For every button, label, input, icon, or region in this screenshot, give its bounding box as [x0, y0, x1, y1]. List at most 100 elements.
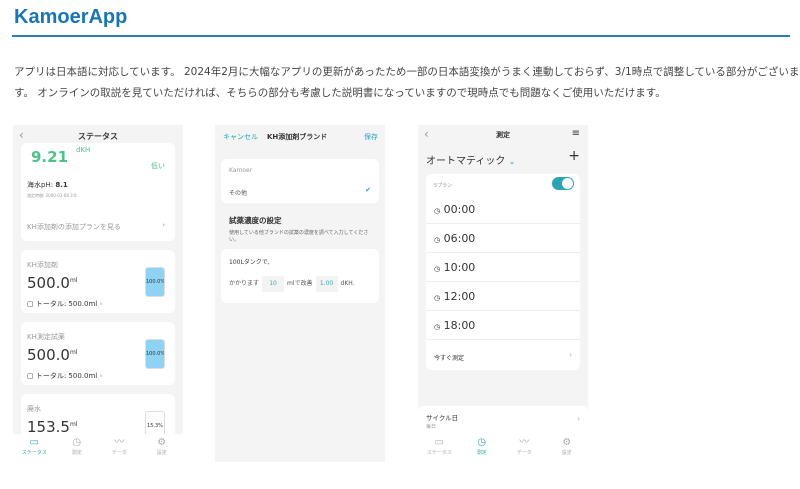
brand-screenshot: キャンセル KH添加剤ブランド 保存 Kamoer その他 ✔ 試薬濃度の設定 … [215, 125, 385, 462]
kh-unit: dKH [76, 146, 91, 154]
chart-icon: 〰 [114, 437, 125, 448]
suffix-text: dKH. [340, 280, 355, 287]
screen-title: ステータス [78, 132, 118, 141]
ph-reading: 海水pH: 8.1 [27, 180, 68, 190]
clock-icon: ◷ [434, 265, 441, 273]
intro-line-2: す。 オンラインの取説を見ていただければ、そちらの部分も考慮した説明書になってい… [14, 87, 666, 99]
schedule-time-row[interactable]: ◷ 18:00 [426, 311, 580, 340]
menu-icon[interactable]: ≡ [572, 128, 580, 139]
level-gauge: 100.0% [145, 339, 165, 369]
kh-card: 9.21 dKH 低い 海水pH: 8.1 測定時間: 2000-03-08 3… [21, 143, 175, 241]
container-value: 500.0 [27, 274, 70, 292]
clock-icon: ◷ [434, 207, 441, 215]
status-icon: ▭ [434, 437, 444, 448]
plan-link[interactable]: KH添加剤の添加プランを見る [27, 222, 121, 232]
clock-icon: ◷ [434, 294, 441, 302]
container-name: KH添加剤 [27, 261, 58, 269]
nav-settings[interactable]: ⚙ 設定 [141, 434, 184, 462]
container-card[interactable]: KH測定試薬 500.0ml ▢ トータル: 500.0ml › 100.0% [21, 322, 175, 385]
cycle-label: サイクル日 [426, 414, 459, 422]
bottom-nav: ▭ ステータス ◷ 測定 〰データ ⚙ 設定 [13, 434, 183, 462]
ph-label: 海水pH: [27, 181, 54, 189]
nav-label: 測定 [476, 450, 487, 456]
schedule-time: 18:00 [443, 319, 476, 332]
schedule-time-row[interactable]: ◷ 00:00 [426, 195, 580, 224]
gear-icon: ⚙ [157, 437, 167, 448]
chevron-right-icon: › [577, 415, 580, 423]
container-name: 廃水 [27, 405, 41, 413]
screen-title: 測定 [496, 131, 510, 139]
brand-options: Kamoer その他 ✔ [221, 159, 379, 203]
cancel-button[interactable]: キャンセル [223, 132, 258, 142]
save-button[interactable]: 保存 [364, 132, 378, 142]
container-total: トータル: 500.0ml [35, 300, 98, 308]
gear-icon: ⚙ [562, 437, 572, 448]
container-card[interactable]: KH添加剤 500.0ml ▢ トータル: 500.0ml › 100.0% [21, 250, 175, 313]
title-divider [12, 35, 790, 37]
prefix-text: かかります [229, 280, 260, 287]
gauge-label: 100.0% [146, 279, 165, 285]
mid-text: mlで改善 [287, 280, 313, 287]
container-total: トータル: 500.0ml [35, 372, 98, 380]
ml-input[interactable]: 10 [262, 276, 285, 292]
kh-state: 低い [151, 162, 165, 170]
nav-status[interactable]: ▭ ステータス [13, 434, 56, 462]
plan-toggle[interactable] [552, 177, 574, 190]
section-desc: 使用している他ブランドの試薬の濃度を調べて入力してください。 [229, 230, 369, 243]
brand-option[interactable]: Kamoer [229, 167, 252, 174]
page-title: KamoerApp [14, 6, 128, 28]
dkh-input[interactable]: 1.00 [315, 276, 338, 292]
clock-icon: ◷ [477, 437, 487, 448]
chevron-down-icon: ⌄ [508, 157, 516, 166]
gauge-label: 15.3% [147, 423, 163, 429]
cycle-value: 毎日 [426, 424, 437, 430]
schedule-time: 12:00 [443, 290, 476, 303]
mode-select[interactable]: オートマティック ⌄ [426, 152, 515, 167]
nav-settings[interactable]: ⚙ 設定 [546, 434, 589, 462]
plan-label: 5プラン [434, 183, 453, 189]
concentration-form: 100Lタンクで, かかります 10 mlで改善 1.00 dKH. [221, 249, 379, 303]
brand-option[interactable]: その他 [229, 188, 247, 197]
measure-now-button[interactable]: 今すぐ測定 [434, 353, 464, 362]
nav-status[interactable]: ▭ ステータス [418, 434, 461, 462]
ph-value: 8.1 [55, 181, 68, 189]
schedule-time: 00:00 [443, 203, 476, 216]
screen-title: KH添加剤ブランド [267, 133, 328, 141]
nav-label: データ [111, 450, 127, 456]
intro-line-1: アプリは日本語に対応しています。 2024年2月に大幅なアプリの更新があったため… [14, 66, 800, 78]
container-unit: ml [69, 277, 78, 284]
container-value: 500.0 [27, 346, 70, 364]
timestamp: 測定時間: 2000-03-08 3:0 [27, 193, 77, 198]
nav-data[interactable]: 〰データ [503, 434, 546, 462]
check-icon: ✔ [365, 186, 371, 194]
section-title: 試薬濃度の設定 [229, 216, 282, 225]
schedule-time-row[interactable]: ◷ 12:00 [426, 282, 580, 311]
clock-icon: ◷ [434, 236, 441, 244]
schedule-time: 10:00 [443, 261, 476, 274]
schedule-time-row[interactable]: ◷ 06:00 [426, 224, 580, 253]
clock-icon: ◷ [434, 323, 441, 331]
nav-data[interactable]: 〰データ [98, 434, 141, 462]
nav-label: 設定 [156, 450, 167, 456]
chart-icon: 〰 [519, 437, 530, 448]
nav-label: 設定 [561, 450, 572, 456]
container-name: KH測定試薬 [27, 333, 65, 341]
nav-label: データ [516, 450, 532, 456]
nav-measure[interactable]: ◷ 測定 [56, 434, 99, 462]
schedule-time: 06:00 [443, 232, 476, 245]
bottom-nav: ▭ ステータス ◷ 測定 〰データ ⚙ 設定 [418, 434, 588, 462]
nav-measure[interactable]: ◷ 測定 [461, 434, 504, 462]
cycle-row[interactable]: サイクル日 毎日 › [418, 406, 588, 434]
container-unit: ml [69, 349, 78, 356]
add-icon[interactable]: + [568, 148, 580, 164]
plan-card: 5プラン ◷ 00:00 ◷ 06:00 ◷ 10:00 ◷ 12:00 ◷ 18:00… [426, 174, 580, 370]
schedule-time-row[interactable]: ◷ 10:00 [426, 253, 580, 282]
status-icon: ▭ [29, 437, 39, 448]
chevron-right-icon: › [569, 351, 572, 359]
container-unit: ml [69, 421, 78, 428]
nav-label: ステータス [21, 450, 47, 456]
nav-label: ステータス [426, 450, 452, 456]
tank-text: 100Lタンクで, [229, 259, 270, 266]
measure-screenshot: ‹ 測定 ≡ オートマティック ⌄ + 5プラン ◷ 00:00 ◷ 06:00 ◷… [418, 125, 588, 462]
nav-label: 測定 [71, 450, 82, 456]
